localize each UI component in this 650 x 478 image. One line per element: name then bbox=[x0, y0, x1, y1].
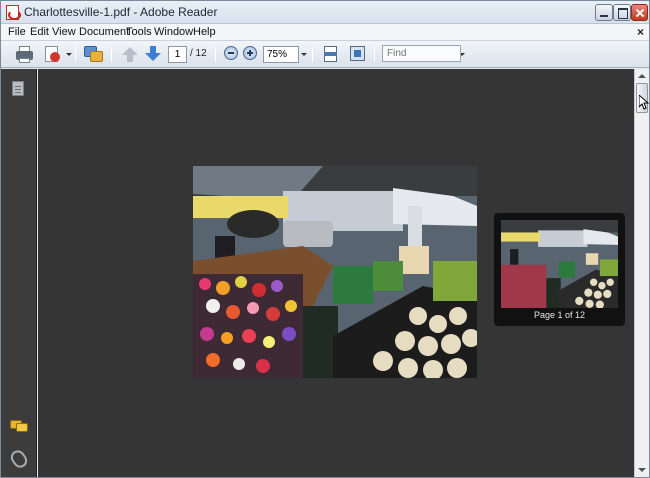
vertical-scrollbar[interactable] bbox=[634, 69, 649, 477]
market-photo bbox=[193, 166, 477, 378]
scroll-up-icon[interactable] bbox=[635, 69, 649, 83]
attachments-icon[interactable] bbox=[8, 447, 30, 471]
toolbar-divider bbox=[75, 46, 76, 62]
print-icon[interactable] bbox=[14, 44, 36, 64]
toolbar bbox=[1, 41, 649, 68]
find-input[interactable] bbox=[382, 45, 461, 62]
maximize-button[interactable] bbox=[613, 4, 631, 21]
full-screen-icon[interactable] bbox=[347, 44, 369, 64]
menu-edit[interactable]: Edit bbox=[30, 26, 49, 38]
zoom-dropdown-icon[interactable] bbox=[301, 53, 307, 56]
scroll-down-icon[interactable] bbox=[635, 463, 649, 477]
menu-tools[interactable]: Tools bbox=[126, 26, 152, 38]
comments-icon[interactable] bbox=[10, 420, 28, 433]
navigation-panel bbox=[1, 69, 37, 477]
app-window: Charlottesville-1.pdf - Adobe Reader Fil… bbox=[0, 0, 650, 478]
close-document-button[interactable]: × bbox=[637, 25, 644, 39]
toolbar-divider bbox=[312, 46, 313, 62]
menu-bar: File Edit View Document Tools Window Hel… bbox=[1, 24, 649, 41]
previous-page-icon[interactable] bbox=[119, 44, 141, 64]
review-icon[interactable] bbox=[83, 44, 105, 64]
menu-help[interactable]: Help bbox=[193, 26, 216, 38]
toolbar-divider bbox=[215, 46, 216, 62]
page-total: / 12 bbox=[190, 48, 207, 59]
menu-view[interactable]: View bbox=[52, 26, 76, 38]
window-title: Charlottesville-1.pdf - Adobe Reader bbox=[24, 5, 218, 19]
zoom-in-icon[interactable] bbox=[243, 46, 257, 60]
close-window-button[interactable] bbox=[631, 4, 648, 21]
minimize-button[interactable] bbox=[595, 4, 613, 21]
adobe-reader-icon bbox=[6, 5, 21, 20]
menu-document[interactable]: Document bbox=[79, 26, 129, 38]
menu-file[interactable]: File bbox=[8, 26, 26, 38]
zoom-level-select[interactable]: 75% bbox=[263, 46, 299, 63]
fit-page-icon[interactable] bbox=[320, 44, 342, 64]
share-icon[interactable] bbox=[42, 44, 64, 64]
share-dropdown-icon[interactable] bbox=[66, 53, 72, 56]
page-thumbnail bbox=[501, 220, 618, 308]
page-thumbnail-tooltip: Page 1 of 12 bbox=[494, 213, 625, 326]
next-page-icon[interactable] bbox=[142, 44, 164, 64]
current-page-input[interactable] bbox=[168, 46, 187, 63]
title-bar: Charlottesville-1.pdf - Adobe Reader bbox=[1, 1, 649, 24]
zoom-out-icon[interactable] bbox=[224, 46, 238, 60]
toolbar-divider bbox=[111, 46, 112, 62]
menu-window[interactable]: Window bbox=[154, 26, 193, 38]
toolbar-divider bbox=[374, 46, 375, 62]
pages-icon[interactable] bbox=[12, 81, 24, 96]
page-thumbnail-label: Page 1 of 12 bbox=[533, 310, 586, 320]
